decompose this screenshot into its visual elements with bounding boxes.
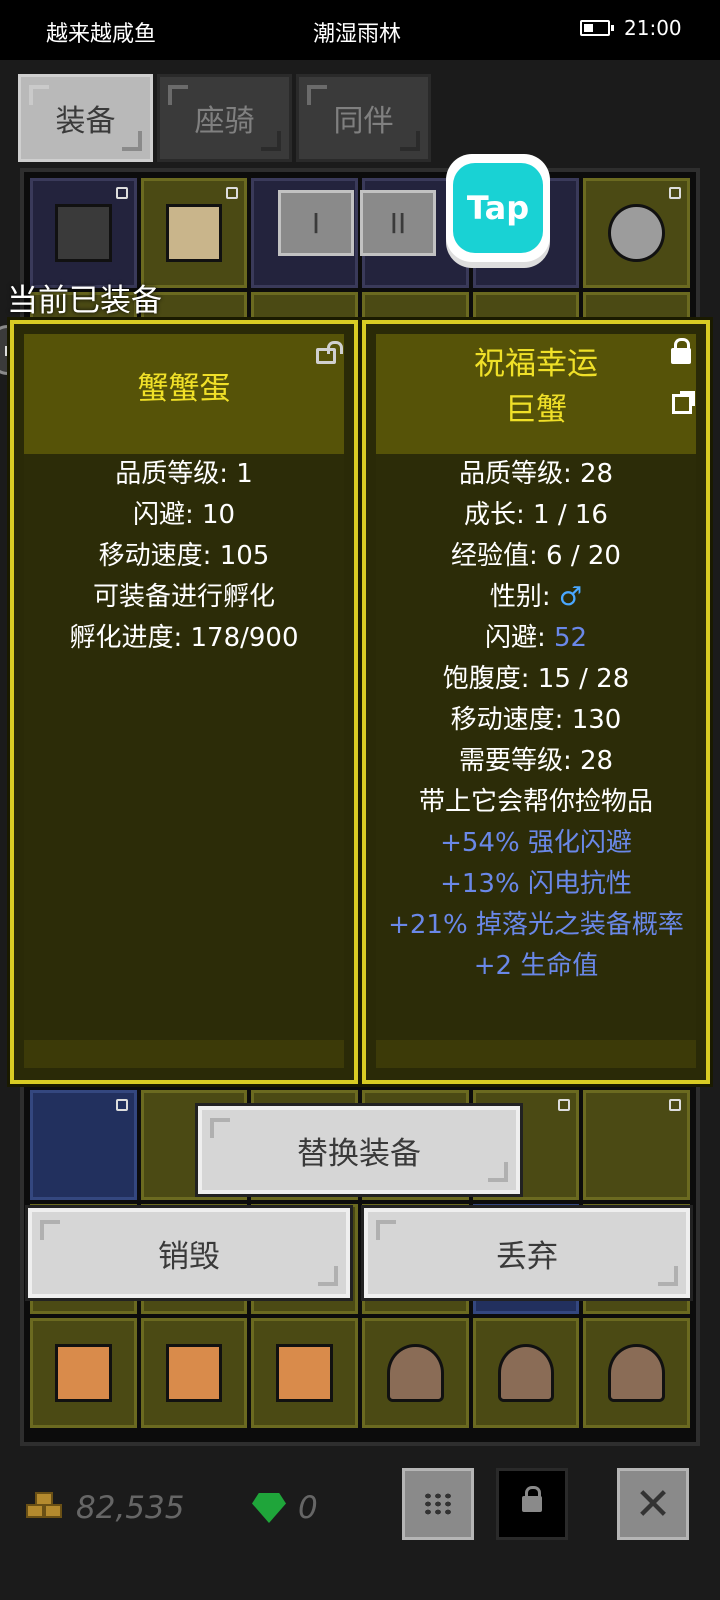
tab-mount[interactable]: 座骑 [157, 74, 292, 162]
filter-button-2[interactable]: II [360, 190, 436, 256]
tab-equipment[interactable]: 装备 [18, 74, 153, 162]
stat-move-speed: 移动速度: 130 [450, 705, 622, 735]
pet-card-icon [55, 1343, 112, 1403]
card-footer [376, 1040, 696, 1068]
close-icon: ✕ [634, 1478, 672, 1530]
lock-icon [558, 1099, 571, 1111]
inventory-slot[interactable] [30, 1318, 137, 1428]
lock-icon [115, 1099, 128, 1111]
amulet-icon [608, 203, 665, 263]
inventory-slot[interactable] [361, 1318, 469, 1428]
stat-growth: 成长: 1 / 16 [464, 500, 608, 530]
gem-amount: 0 [298, 1490, 318, 1526]
gender-label: 性别: [489, 582, 559, 612]
inventory-slot[interactable] [251, 1318, 358, 1428]
stat-move-speed: 移动速度: 105 [98, 541, 270, 571]
tab-companion[interactable]: 同伴 [296, 74, 431, 162]
current-item-card: 蟹蟹蛋 品质等级: 1 闪避: 10 移动速度: 105 可装备进行孵化 孵化进… [10, 320, 358, 1084]
bonus-lightning-resist: +13% 闪电抗性 [440, 869, 632, 899]
card-footer [24, 1040, 344, 1068]
stat-gender: 性别: ♂ [366, 577, 706, 618]
pet-card-icon [165, 1343, 223, 1403]
dodge-value: 52 [553, 623, 588, 653]
helmet-icon [497, 1343, 555, 1403]
lock-icon [668, 187, 681, 199]
stat-satiety: 饱腹度: 15 / 28 [442, 664, 630, 694]
stat-dodge: 闪避: 10 [132, 500, 236, 530]
gem-icon [252, 1493, 286, 1523]
unlock-icon[interactable] [316, 341, 343, 364]
equipped-label: 当前已装备 [7, 283, 162, 319]
current-item-name: 蟹蟹蛋 [137, 371, 231, 407]
discard-button[interactable]: 丢弃 [364, 1208, 690, 1298]
replace-equipment-button[interactable]: 替换装备 [198, 1106, 520, 1194]
gold-icon [26, 1492, 66, 1524]
male-icon: ♂ [558, 582, 583, 612]
tap-logo: Tap [446, 154, 550, 262]
stat-pickup: 带上它会帮你捡物品 [418, 787, 653, 817]
stat-dodge: 闪避: 52 [366, 618, 706, 659]
armor-icon [55, 203, 112, 263]
bottom-bar: 82,535 0 ✕ [0, 1450, 720, 1600]
bonus-light-drop: +21% 掉落光之装备概率 [388, 910, 684, 940]
status-right: 21:00 [580, 16, 682, 40]
lock-icon [522, 1486, 542, 1512]
status-left-text: 越来越咸鱼 [46, 22, 157, 47]
inventory-slot[interactable] [30, 1090, 137, 1200]
lock-icon [115, 187, 128, 199]
status-location: 潮湿雨林 [313, 22, 402, 47]
inventory-slot[interactable] [140, 1318, 248, 1428]
inventory-slot[interactable] [583, 178, 690, 288]
bonus-dodge: +54% 强化闪避 [440, 828, 632, 858]
hammer-icon [165, 203, 223, 263]
compare-item-name-line1: 祝福幸运 [474, 346, 598, 382]
destroy-button[interactable]: 销毁 [28, 1208, 350, 1298]
tab-bar: 装备 座骑 同伴 [18, 74, 431, 162]
compare-item-card: 祝福幸运 巨蟹 品质等级: 28 成长: 1 / 16 经验值: 6 / 20 … [362, 320, 710, 1084]
lock-icon [668, 1099, 681, 1111]
stat-required-level: 需要等级: 28 [458, 746, 614, 776]
gold-display: 82,535 [26, 1490, 184, 1526]
status-time: 21:00 [624, 16, 682, 40]
compare-item-name-line2: 巨蟹 [505, 392, 567, 428]
tap-logo-text: Tap [453, 163, 543, 253]
lock-icon [226, 187, 239, 199]
filter-button-1[interactable]: I [278, 190, 354, 256]
stat-quality: 品质等级: 28 [458, 459, 614, 489]
stat-hatchable: 可装备进行孵化 [92, 582, 275, 612]
stat-exp: 经验值: 6 / 20 [451, 541, 621, 571]
current-item-stats: 品质等级: 1 闪避: 10 移动速度: 105 可装备进行孵化 孵化进度: 1… [14, 454, 354, 659]
stat-quality: 品质等级: 1 [115, 459, 253, 489]
grid-icon [423, 1492, 453, 1516]
bonus-hp: +2 生命值 [473, 951, 599, 981]
gem-display: 0 [252, 1490, 318, 1526]
inventory-slot[interactable] [583, 1318, 690, 1428]
status-bar: 越来越咸鱼 潮湿雨林 21:00 [0, 0, 720, 60]
helmet-icon [608, 1343, 665, 1403]
pet-card-icon [276, 1343, 333, 1403]
stat-hatch-progress: 孵化进度: 178/900 [69, 623, 299, 653]
helmet-icon [387, 1343, 444, 1403]
gold-amount: 82,535 [76, 1490, 185, 1526]
inventory-slot[interactable] [472, 1318, 580, 1428]
grid-view-button[interactable] [402, 1468, 474, 1540]
compare-item-stats: 品质等级: 28 成长: 1 / 16 经验值: 6 / 20 性别: ♂ 闪避… [366, 454, 706, 987]
lock-button[interactable] [496, 1468, 568, 1540]
inventory-slot[interactable] [30, 178, 137, 288]
inventory-slot[interactable] [583, 1090, 690, 1200]
close-button[interactable]: ✕ [617, 1468, 689, 1540]
inventory-slot[interactable] [140, 178, 248, 288]
dodge-label: 闪避: [484, 623, 554, 653]
battery-icon [580, 20, 614, 36]
